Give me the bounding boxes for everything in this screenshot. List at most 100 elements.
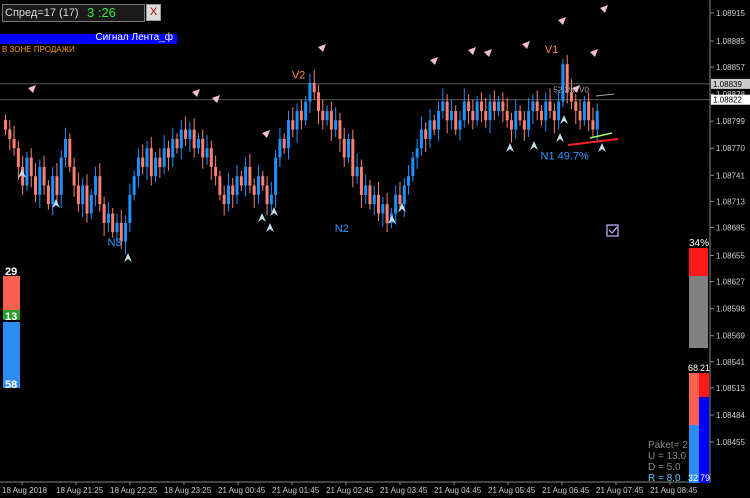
candle-body — [269, 194, 273, 205]
y-tick-label: 1.08857 — [716, 63, 745, 72]
candle-body — [184, 129, 188, 139]
candle-body — [16, 148, 20, 167]
y-tick-label: 1.08770 — [716, 144, 745, 153]
right-upper-gray — [689, 276, 708, 348]
sell-arrow-icon — [600, 5, 608, 13]
candle-body — [355, 166, 359, 177]
candle-body — [501, 101, 505, 111]
candle-body — [278, 138, 282, 158]
candle-body — [55, 176, 59, 195]
y-tick-label: 1.08484 — [716, 411, 745, 420]
x-tick-label: 21 Aug 04:45 — [434, 486, 482, 495]
candle-body — [539, 110, 543, 121]
candle-body — [192, 129, 196, 149]
zone-label: В ЗОНЕ ПРОДАЖИ — [2, 45, 75, 54]
candle-body — [179, 129, 183, 149]
candle-body — [437, 110, 441, 130]
sell-arrow-icon — [28, 85, 36, 93]
candle-body — [338, 120, 342, 139]
annotation-label: N2 — [335, 223, 349, 235]
candle-body — [42, 166, 46, 186]
candle-body — [124, 222, 128, 242]
annotation-label: N1 49.7% — [541, 150, 590, 162]
checkbox-icon — [606, 224, 619, 237]
red-trendline — [567, 138, 619, 146]
candle-body — [291, 120, 295, 130]
y-tick-label: 1.08799 — [716, 117, 745, 126]
candle-body — [535, 101, 539, 111]
candle-body — [214, 166, 218, 177]
y-tick-label: 1.08713 — [716, 197, 745, 206]
candle-body — [441, 101, 445, 111]
buy-arrow-icon — [530, 141, 538, 150]
candle-body — [544, 101, 548, 121]
candle-body — [209, 148, 213, 167]
annotation-label: V0 — [579, 85, 589, 94]
candle-body — [299, 110, 303, 121]
x-tick-label: 21 Aug 00:45 — [218, 486, 266, 495]
candle-body — [235, 176, 239, 195]
candle-body — [171, 138, 175, 158]
spread-panel: Спред=17 (17) 3 :26 — [2, 4, 145, 22]
x-tick-label: 21 Aug 05:45 — [488, 486, 536, 495]
candle-body — [368, 185, 372, 205]
candle-body — [304, 101, 308, 121]
gray-trendline — [595, 93, 615, 97]
candle-body — [59, 157, 63, 195]
candle-body — [488, 101, 492, 121]
x-axis: 18 Aug 2018 18 Aug 21:25 18 Aug 22:25 18 Au… — [2, 482, 698, 495]
candle-body — [415, 148, 419, 158]
candle-body — [377, 194, 381, 214]
candle-body — [8, 129, 12, 139]
candle-body — [424, 129, 428, 139]
x-tick-label: 18 Aug 22:25 — [110, 486, 158, 495]
candle-body — [256, 176, 260, 195]
candle-body — [325, 110, 329, 121]
info-u: U = 13.0 — [648, 451, 687, 462]
candle-body — [4, 120, 7, 130]
candle-body — [334, 120, 338, 130]
candle-body — [407, 176, 411, 186]
candle-body — [467, 101, 471, 111]
signal-bar: Сигнал Лента_ф — [0, 32, 177, 44]
candle-body — [25, 157, 29, 186]
candle-body — [505, 110, 509, 121]
candle-body — [347, 138, 351, 158]
candle-body — [76, 185, 80, 205]
close-button[interactable]: X — [146, 4, 161, 21]
candle-body — [308, 82, 312, 102]
candle-body — [29, 157, 33, 177]
candle-body — [196, 138, 200, 149]
right-lower-bar-4 — [699, 397, 709, 483]
info-paket: Paket= 2 — [648, 440, 688, 451]
candle-body — [265, 185, 269, 205]
candle-body — [445, 101, 449, 121]
x-tick-label: 18 Aug 2018 — [2, 486, 47, 495]
annotation-label: V1 — [545, 44, 558, 56]
candle-body — [158, 157, 162, 167]
candle-body — [518, 110, 522, 121]
buy-arrow-icon — [560, 115, 568, 124]
sell-arrow-icon — [318, 44, 326, 52]
y-tick-label: 1.08685 — [716, 224, 745, 233]
candle-body — [497, 101, 501, 111]
candle-body — [582, 101, 586, 121]
candle-body — [587, 101, 591, 121]
candle-body — [81, 185, 85, 205]
candle-body — [527, 110, 531, 130]
annotation-label: 52.2% — [553, 85, 576, 94]
sell-arrow-icon — [590, 49, 598, 57]
candle-body — [149, 148, 153, 177]
y-tick-label: 1.08455 — [716, 438, 745, 447]
candle-body — [64, 138, 68, 158]
candle-body — [222, 194, 226, 205]
candle-body — [166, 148, 170, 158]
candle-body — [402, 185, 406, 205]
sell-arrow-icon — [262, 130, 270, 138]
candle-body — [449, 110, 453, 121]
candle-body — [381, 204, 385, 214]
y-axis: 1.089151.088851.088571.088281.087991.087… — [710, 9, 750, 447]
candle-body — [51, 176, 55, 205]
right-lower-bar-2 — [699, 373, 709, 397]
candle-body — [462, 101, 466, 121]
